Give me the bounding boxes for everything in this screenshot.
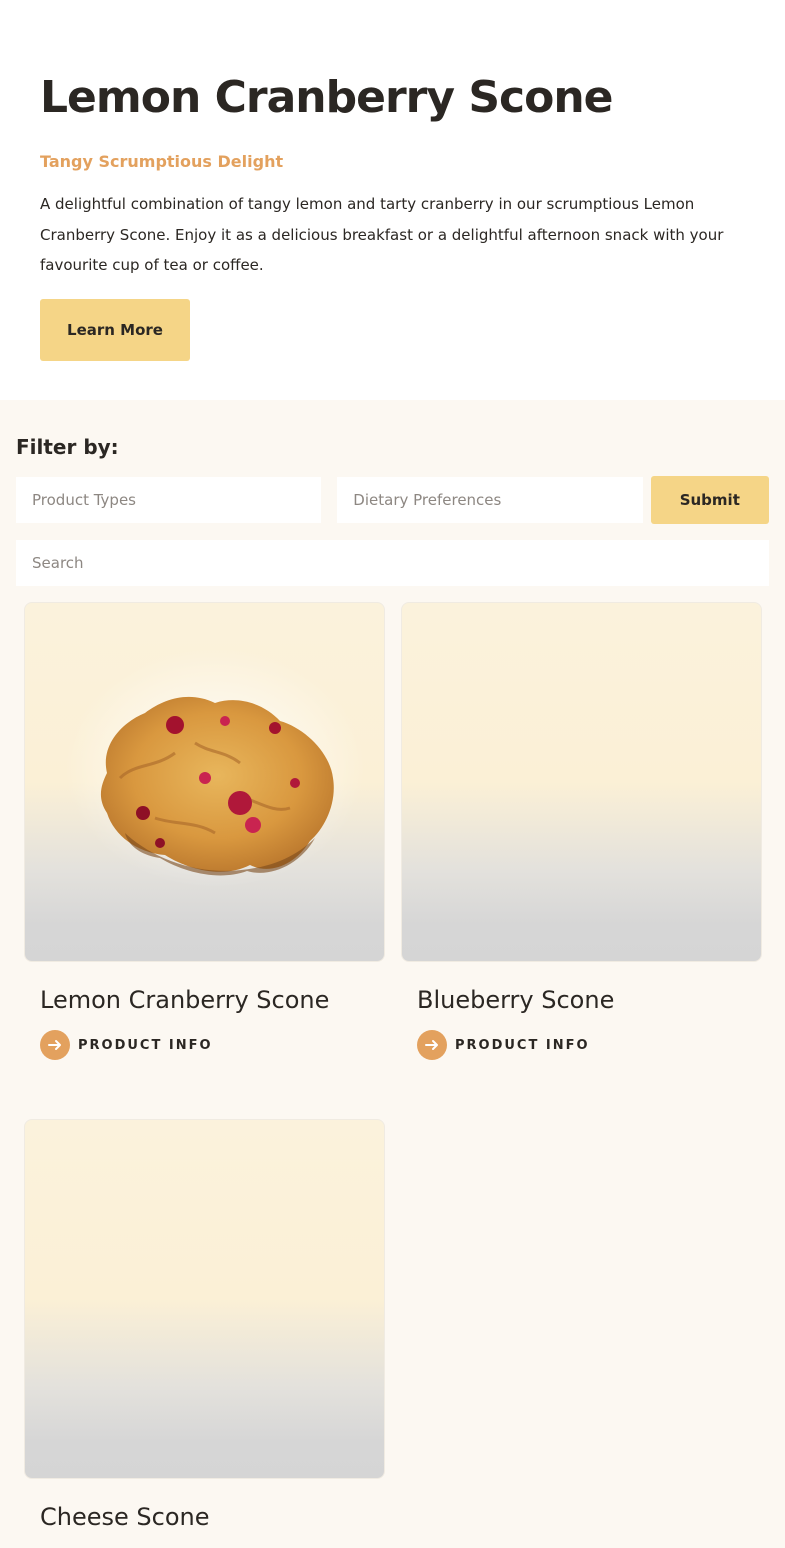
product-info-link[interactable]: PRODUCT INFO: [24, 1030, 385, 1060]
filter-row: Product Types Dietary Preferences Submit: [16, 476, 769, 524]
product-image[interactable]: [401, 602, 762, 962]
product-name[interactable]: Blueberry Scone: [401, 984, 762, 1016]
scone-image: [65, 648, 365, 888]
arrow-right-icon: [417, 1030, 447, 1060]
product-name[interactable]: Cheese Scone: [24, 1501, 385, 1533]
product-types-select[interactable]: Product Types: [16, 477, 322, 523]
learn-more-button[interactable]: Learn More: [40, 298, 190, 361]
filter-label: Filter by:: [16, 435, 119, 459]
hero-section: Lemon Cranberry Scone Tangy Scrumptious …: [0, 0, 785, 400]
product-info-label: PRODUCT INFO: [78, 1037, 213, 1053]
product-card[interactable]: Blueberry Scone PRODUCT INFO: [401, 602, 762, 1060]
dietary-preferences-select[interactable]: Dietary Preferences: [337, 477, 643, 523]
search-input[interactable]: Search: [16, 540, 769, 586]
product-name[interactable]: Lemon Cranberry Scone: [24, 984, 385, 1016]
filter-section: Filter by: Product Types Dietary Prefere…: [0, 400, 785, 586]
product-image[interactable]: [24, 1119, 385, 1479]
product-info-link[interactable]: PRODUCT INFO: [401, 1030, 762, 1060]
product-grid: Lemon Cranberry Scone PRODUCT INFO Blueb…: [0, 586, 785, 1546]
product-image[interactable]: [24, 602, 385, 962]
arrow-right-icon: [40, 1030, 70, 1060]
product-card[interactable]: Cheese Scone: [24, 1119, 385, 1533]
product-card[interactable]: Lemon Cranberry Scone PRODUCT INFO: [24, 602, 385, 1060]
hero-description: A delightful combination of tangy lemon …: [40, 195, 724, 274]
product-info-label: PRODUCT INFO: [455, 1037, 590, 1053]
hero-title: Lemon Cranberry Scone: [40, 72, 614, 123]
hero-subtitle: Tangy Scrumptious Delight: [40, 152, 284, 171]
submit-button[interactable]: Submit: [650, 476, 769, 524]
